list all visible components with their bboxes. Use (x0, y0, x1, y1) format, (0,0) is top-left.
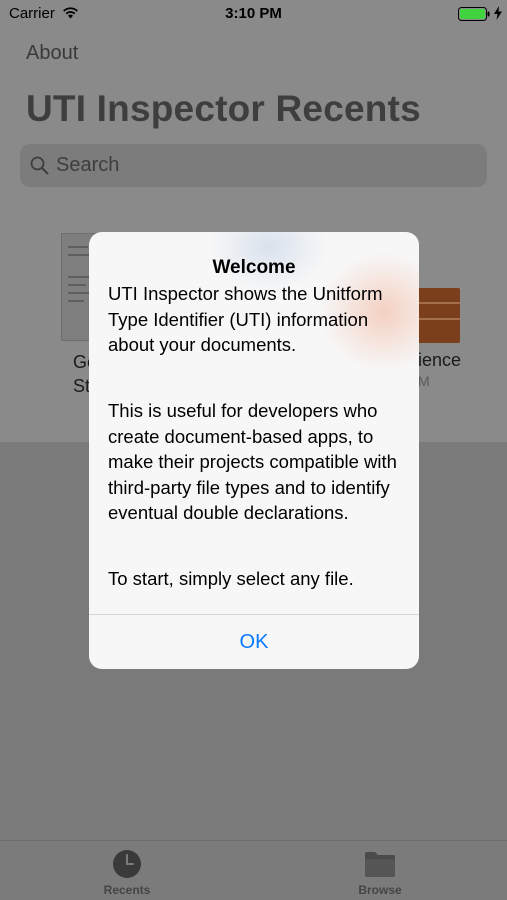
tab-recents[interactable]: Recents (87, 849, 167, 897)
tab-browse[interactable]: Browse (340, 849, 420, 897)
status-bar: Carrier 3:10 PM (0, 0, 507, 28)
recent-book-time: M (418, 373, 430, 389)
alert-message-instruction: To start, simply select any file. (108, 568, 354, 589)
tab-recents-label: Recents (103, 883, 151, 897)
charging-bolt-icon (494, 6, 502, 20)
ok-button[interactable]: OK (89, 615, 419, 669)
tab-browse-label: Browse (358, 883, 402, 897)
search-icon (30, 156, 49, 175)
folder-icon (365, 852, 395, 877)
clock-time: 3:10 PM (225, 5, 282, 22)
page-title: UTI Inspector Recents (26, 88, 421, 129)
search-bar[interactable]: Search (20, 144, 487, 187)
clock-icon (113, 850, 141, 878)
alert-message-details: This is useful for developers who create… (108, 400, 397, 523)
about-button[interactable]: About (26, 42, 78, 65)
alert-title: Welcome (212, 257, 296, 278)
recent-book-label: ience (418, 350, 462, 370)
battery-icon (458, 7, 490, 21)
alert-message-intro: UTI Inspector shows the Unitform Type Id… (108, 283, 383, 355)
welcome-alert: Welcome UTI Inspector shows the Unitform… (89, 232, 419, 669)
search-input[interactable]: Search (56, 154, 119, 177)
tab-bar: Recents Browse (0, 840, 507, 900)
